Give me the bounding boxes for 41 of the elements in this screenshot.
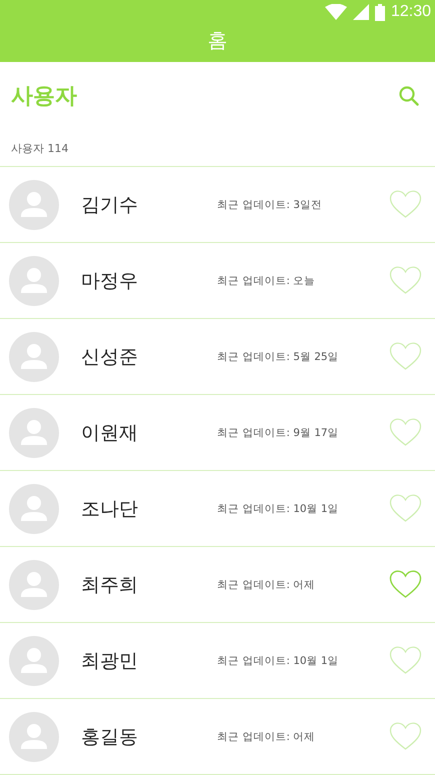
avatar-icon (9, 712, 59, 762)
avatar-icon (9, 332, 59, 382)
heart-icon[interactable] (389, 646, 422, 675)
search-button[interactable] (399, 86, 419, 106)
user-name: 김기수 (81, 192, 139, 218)
heart-icon[interactable] (389, 722, 422, 751)
page-title: 사용자 (11, 82, 77, 111)
heart-icon[interactable] (389, 266, 422, 295)
update-text: 최근 업데이트: 어제 (217, 578, 316, 592)
user-name: 신성준 (81, 344, 139, 370)
user-name: 최광민 (81, 648, 139, 674)
heart-icon[interactable] (389, 418, 422, 447)
heart-icon[interactable] (389, 570, 422, 599)
update-text: 최근 업데이트: 5월 25일 (217, 350, 340, 364)
avatar-icon (9, 408, 59, 458)
user-name: 이원재 (81, 420, 139, 446)
update-text: 최근 업데이트: 3일전 (217, 198, 323, 212)
heart-icon[interactable] (389, 342, 422, 371)
user-name: 홍길동 (81, 724, 139, 750)
wifi-icon (324, 4, 347, 20)
signal-icon (352, 4, 369, 20)
heart-icon[interactable] (389, 494, 422, 523)
avatar-icon (9, 560, 59, 610)
user-name: 최주희 (81, 572, 139, 598)
update-text: 최근 업데이트: 9월 17일 (217, 426, 340, 440)
update-text: 최근 업데이트: 10월 1일 (217, 502, 340, 516)
status-time: 12:30 (390, 3, 431, 21)
avatar-icon (9, 180, 59, 230)
heart-icon[interactable] (389, 190, 422, 219)
app-title: 홈 (208, 27, 228, 54)
battery-icon (374, 4, 385, 20)
update-text: 최근 업데이트: 어제 (217, 730, 316, 744)
avatar-icon (9, 636, 59, 686)
update-text: 최근 업데이트: 10월 1일 (217, 654, 340, 668)
user-count: 사용자 114 (11, 140, 68, 156)
user-name: 조나단 (81, 496, 139, 522)
avatar-icon (9, 484, 59, 534)
update-text: 최근 업데이트: 오늘 (217, 274, 316, 288)
avatar-icon (9, 256, 59, 306)
user-name: 마정우 (81, 268, 139, 294)
search-icon (399, 86, 419, 106)
